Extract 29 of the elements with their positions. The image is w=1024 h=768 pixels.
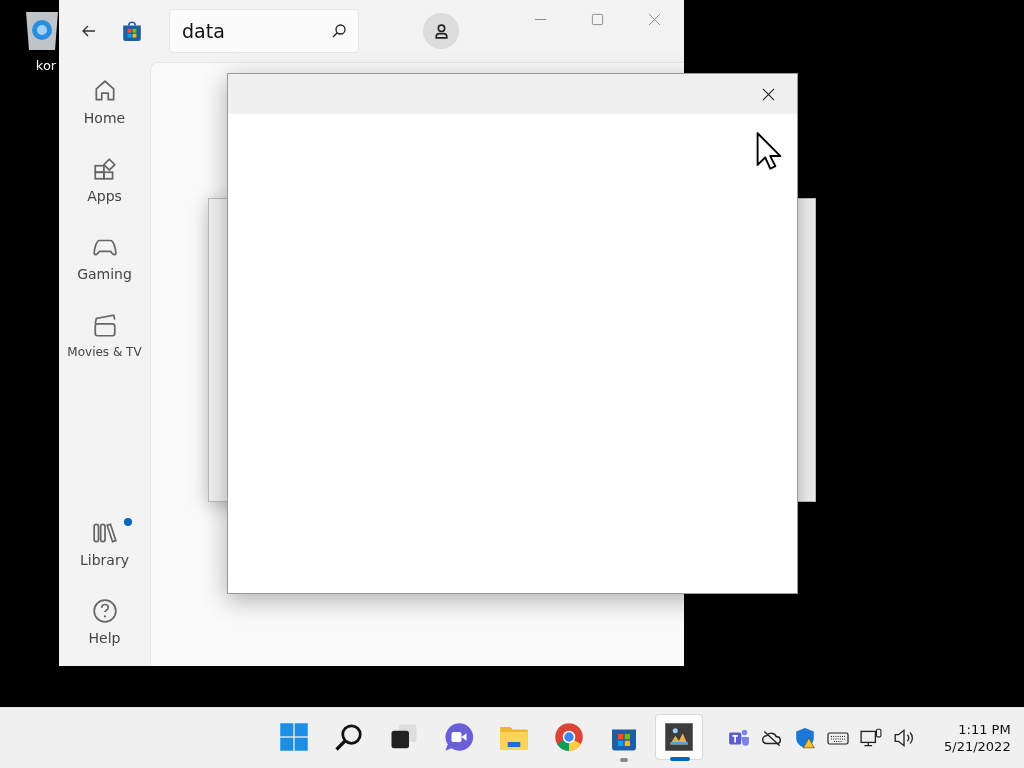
account-avatar[interactable]	[423, 13, 459, 49]
taskbar-button[interactable]	[655, 714, 703, 761]
sidebar-item[interactable]: Apps	[59, 148, 150, 212]
photos-app-icon	[664, 722, 694, 753]
maximize-icon[interactable]	[591, 13, 604, 26]
library-icon	[91, 520, 118, 546]
search-field[interactable]: data	[169, 9, 359, 53]
search-icon	[334, 722, 364, 753]
desktop-icon-label[interactable]: kor	[35, 58, 57, 73]
apps-icon	[91, 156, 118, 182]
shield-warning-icon[interactable]	[794, 727, 816, 750]
help-icon	[91, 598, 118, 624]
browser-icon	[554, 722, 584, 753]
sidebar-item[interactable]: Help	[59, 590, 150, 654]
close-icon[interactable]	[762, 87, 775, 101]
volume-icon[interactable]	[893, 727, 915, 750]
sidebar-item[interactable]: Library	[59, 512, 150, 576]
sidebar-item[interactable]: Home	[59, 70, 150, 134]
windows-logo-icon	[279, 722, 309, 753]
search-icon[interactable]	[331, 23, 347, 39]
clapperboard-icon	[91, 313, 118, 339]
person-icon	[432, 22, 450, 40]
sidebar-item[interactable]: Gaming	[59, 226, 150, 290]
sidebar-item[interactable]: Movies & TV	[59, 304, 150, 368]
clock[interactable]: 1:11 PM 5/21/2022	[944, 722, 1011, 755]
video-chat-icon	[444, 722, 474, 753]
store-logo-icon	[121, 20, 143, 42]
mouse-pointer-icon	[756, 132, 782, 170]
back-icon[interactable]	[81, 23, 97, 39]
